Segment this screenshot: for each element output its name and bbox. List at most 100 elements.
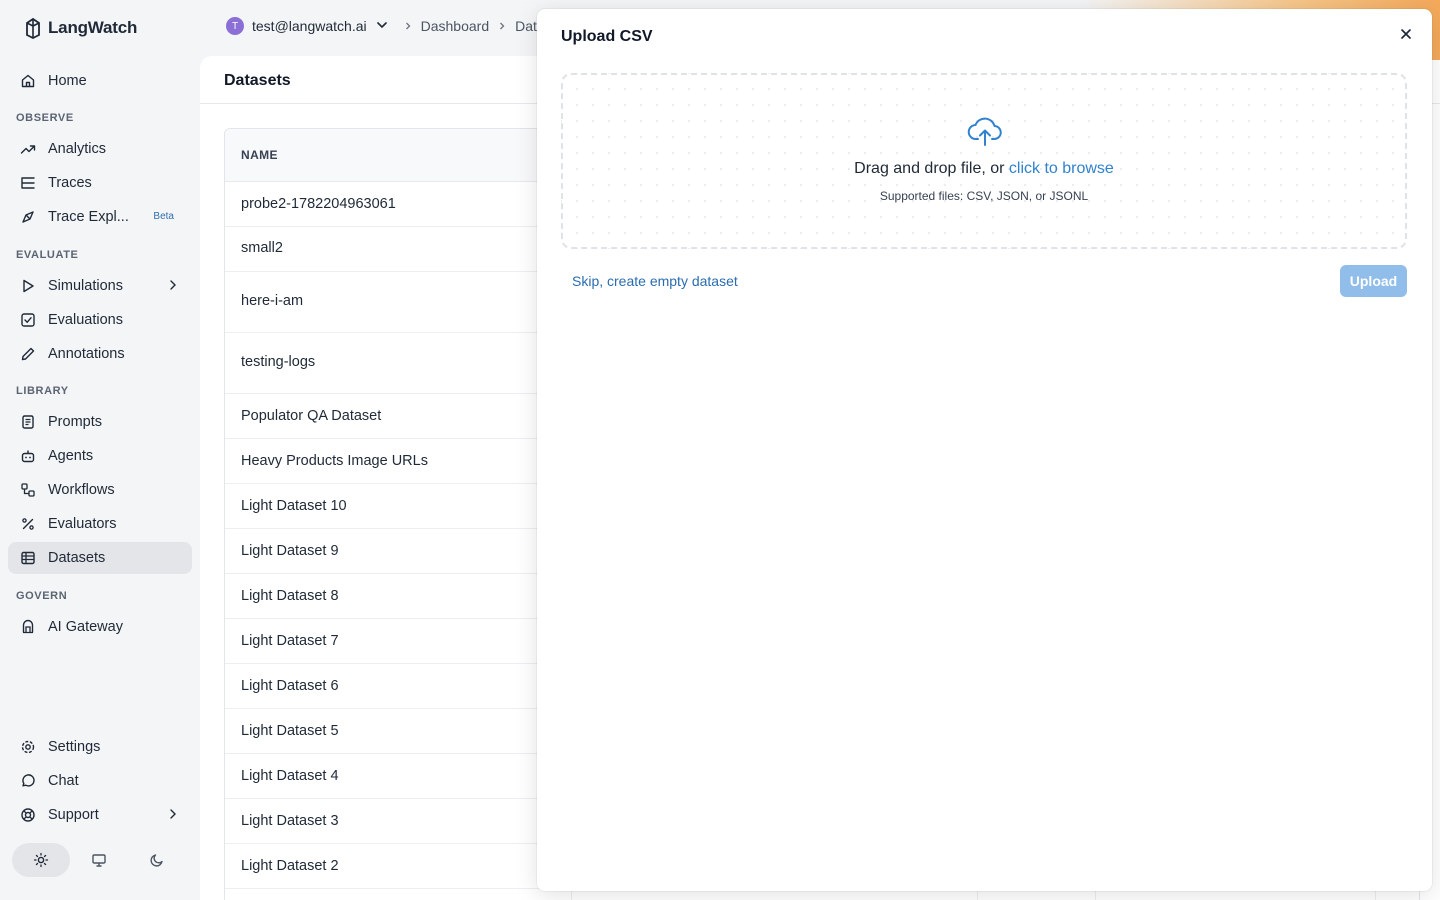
file-dropzone[interactable]: Drag and drop file, or click to browse S… — [561, 73, 1407, 249]
moon-icon — [150, 854, 163, 867]
sidebar-item-chat[interactable]: Chat — [8, 765, 192, 797]
sidebar-item-traces[interactable]: Traces — [8, 167, 192, 199]
percent-icon — [20, 516, 36, 532]
sidebar-item-simulations[interactable]: Simulations — [8, 270, 192, 302]
theme-system-button[interactable] — [70, 843, 128, 877]
page-title: Datasets — [224, 72, 291, 89]
sidebar-item-label: Prompts — [48, 414, 102, 430]
bot-icon — [20, 448, 36, 464]
dataset-name: Light Dataset 10 — [241, 498, 347, 514]
breadcrumb-dashboard[interactable]: Dashboard — [421, 18, 490, 34]
close-button[interactable] — [1395, 23, 1417, 45]
play-icon — [20, 278, 36, 294]
sidebar-item-evaluators[interactable]: Evaluators — [8, 508, 192, 540]
dropzone-instruction: Drag and drop file, or — [854, 160, 1009, 177]
dataset-name: Light Dataset 8 — [241, 588, 339, 604]
sidebar-item-trace-explorer[interactable]: Trace Expl... Beta — [8, 201, 192, 233]
monitor-icon — [92, 854, 106, 867]
gateway-icon — [20, 619, 36, 635]
chat-bubble-icon — [20, 773, 36, 789]
sidebar-item-ai-gateway[interactable]: AI Gateway — [8, 611, 192, 643]
dataset-name: Heavy Products Image URLs — [241, 453, 428, 469]
sidebar-item-label: Home — [48, 73, 87, 89]
app-name: LangWatch — [48, 18, 138, 37]
sun-icon — [33, 852, 49, 868]
sidebar-item-home[interactable]: Home — [8, 65, 192, 97]
sidebar-item-workflows[interactable]: Workflows — [8, 474, 192, 506]
dataset-name: Light Dataset 2 — [241, 858, 339, 874]
document-icon — [20, 414, 36, 430]
dataset-name: probe2-1782204963061 — [241, 196, 396, 212]
sidebar-item-label: Workflows — [48, 482, 115, 498]
dataset-name: testing-logs — [241, 354, 316, 370]
sidebar-item-label: Settings — [48, 739, 101, 755]
chevron-right-icon — [166, 807, 180, 825]
section-evaluate: EVALUATE — [16, 249, 79, 261]
beta-badge: Beta — [153, 211, 174, 222]
section-observe: OBSERVE — [16, 112, 74, 124]
workflow-icon — [20, 482, 36, 498]
dataset-name: small2 — [241, 240, 283, 256]
sidebar-item-label: Agents — [48, 448, 94, 464]
dataset-name: Light Dataset 6 — [241, 678, 339, 694]
langwatch-logo-icon — [26, 17, 40, 39]
supported-files-text: Supported files: CSV, JSON, or JSONL — [879, 189, 1089, 203]
sidebar-item-analytics[interactable]: Analytics — [8, 133, 192, 165]
sidebar-item-label: Datasets — [48, 550, 106, 566]
cloud-upload-icon — [967, 117, 1002, 146]
list-tree-icon — [20, 175, 36, 191]
home-icon — [20, 73, 36, 89]
dataset-name: Populator QA Dataset — [241, 408, 382, 424]
sidebar-item-support[interactable]: Support — [8, 799, 192, 831]
sidebar-item-label: Traces — [48, 175, 92, 191]
upload-csv-drawer: Upload CSV Drag and drop file, or click … — [537, 9, 1432, 891]
breadcrumb-separator-icon — [403, 18, 413, 34]
section-library: LIBRARY — [16, 385, 69, 397]
sidebar-item-label: Evaluations — [48, 312, 123, 328]
upload-button[interactable]: Upload — [1340, 265, 1407, 297]
gear-icon — [20, 739, 36, 755]
dataset-name: here-i-am — [241, 293, 304, 309]
browse-link[interactable]: click to browse — [1009, 160, 1114, 177]
dataset-name: Light Dataset 3 — [241, 813, 339, 829]
breadcrumb: T test@langwatch.ai Dashboard Data — [226, 17, 545, 35]
sidebar-item-evaluations[interactable]: Evaluations — [8, 304, 192, 336]
sidebar-item-label: Trace Expl... — [48, 209, 129, 225]
user-email[interactable]: test@langwatch.ai — [252, 18, 367, 34]
dataset-name: Light Dataset 7 — [241, 633, 339, 649]
sidebar-item-agents[interactable]: Agents — [8, 440, 192, 472]
theme-dark-button[interactable] — [128, 843, 186, 877]
pencil-icon — [20, 346, 36, 362]
table-icon — [20, 550, 36, 566]
dropzone-text: Drag and drop file, or click to browse — [563, 160, 1405, 178]
chevron-down-icon[interactable] — [375, 18, 389, 35]
sidebar-item-label: Annotations — [48, 346, 125, 362]
sidebar-item-label: Support — [48, 807, 99, 823]
sidebar-item-datasets[interactable]: Datasets — [8, 542, 192, 574]
theme-switch — [12, 842, 188, 878]
column-header-name[interactable]: NAME — [241, 148, 278, 162]
breadcrumb-separator-icon — [497, 18, 507, 34]
sidebar-item-label: Simulations — [48, 278, 123, 294]
sidebar-item-settings[interactable]: Settings — [8, 731, 192, 763]
close-icon — [1401, 29, 1411, 39]
sidebar-item-annotations[interactable]: Annotations — [8, 338, 192, 370]
section-govern: GOVERN — [16, 590, 68, 602]
dataset-name: Light Dataset 9 — [241, 543, 339, 559]
sidebar-item-label: Evaluators — [48, 516, 117, 532]
sidebar-item-prompts[interactable]: Prompts — [8, 406, 192, 438]
avatar[interactable]: T — [226, 17, 244, 35]
drawer-title: Upload CSV — [561, 28, 653, 45]
theme-light-button[interactable] — [12, 843, 70, 877]
dataset-name: Light Dataset 4 — [241, 768, 339, 784]
dataset-name: Light Dataset 5 — [241, 723, 339, 739]
skip-create-empty-link[interactable]: Skip, create empty dataset — [572, 273, 738, 289]
sidebar: LangWatch Home OBSERVE Analytics Traces … — [0, 0, 200, 900]
logo[interactable]: LangWatch — [24, 16, 137, 40]
sidebar-item-label: Chat — [48, 773, 79, 789]
check-square-icon — [20, 312, 36, 328]
lifebuoy-icon — [20, 807, 36, 823]
sidebar-item-label: Analytics — [48, 141, 107, 157]
compass-icon — [20, 209, 36, 225]
trend-up-icon — [20, 141, 36, 157]
